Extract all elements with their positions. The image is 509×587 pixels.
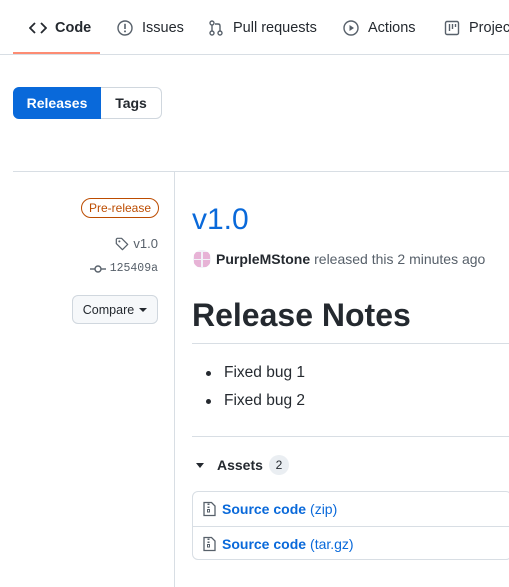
asset-ext[interactable]: (tar.gz) — [310, 536, 354, 552]
tab-label: Issues — [142, 19, 184, 36]
tag-icon — [116, 237, 129, 250]
assets-toggle[interactable]: Assets 2 — [196, 455, 289, 475]
play-icon — [342, 19, 360, 37]
asset-row[interactable]: Source code (tar.gz) — [193, 526, 509, 560]
tab-label: Actions — [368, 19, 416, 36]
assets-label: Assets — [217, 457, 263, 473]
code-icon — [29, 19, 47, 37]
compare-label: Compare — [82, 302, 135, 317]
avatar[interactable] — [193, 250, 211, 268]
column-divider — [174, 172, 175, 587]
pull-request-icon — [207, 19, 225, 37]
list-item: Fixed bug 1 — [206, 364, 305, 392]
caret-down-icon — [139, 307, 148, 312]
asset-ext[interactable]: (zip) — [310, 501, 337, 517]
released-time: released this 2 minutes ago — [314, 251, 486, 267]
tab-label: Pull requests — [233, 19, 317, 36]
file-zip-icon — [203, 536, 216, 551]
divider — [192, 436, 509, 437]
tab-code[interactable]: Code — [29, 0, 91, 55]
repo-nav: Code Issues Pull requests Actions Projec… — [0, 0, 509, 55]
asset-name[interactable]: Source code — [222, 501, 306, 517]
prerelease-badge: Pre-release — [81, 198, 160, 218]
list-item: Fixed bug 2 — [206, 392, 305, 420]
tab-pull-requests[interactable]: Pull requests — [207, 0, 317, 55]
notes-heading: Release Notes — [192, 297, 411, 333]
commit-sha: 125409a — [109, 262, 158, 275]
assets-count: 2 — [268, 455, 289, 475]
issue-icon — [116, 19, 134, 37]
asset-name[interactable]: Source code — [222, 536, 306, 552]
heading-rule — [192, 343, 509, 344]
assets-list: Source code (zip) Source code (tar.gz) — [192, 491, 509, 560]
tab-label: Project — [469, 19, 509, 36]
tab-label: Code — [55, 19, 92, 36]
project-icon — [443, 19, 461, 37]
author-name[interactable]: PurpleMStone — [216, 251, 310, 267]
asset-row[interactable]: Source code (zip) — [193, 492, 509, 526]
tab-issues[interactable]: Issues — [116, 0, 184, 55]
tags-button[interactable]: Tags — [101, 87, 162, 119]
releases-button[interactable]: Releases — [13, 87, 101, 119]
releases-tags-switcher: Releases Tags — [13, 87, 162, 119]
file-zip-icon — [203, 501, 216, 517]
release-tag-link[interactable]: v1.0 — [115, 236, 158, 251]
tag-label: v1.0 — [133, 236, 158, 251]
compare-dropdown[interactable]: Compare — [72, 295, 158, 324]
commit-icon — [89, 264, 106, 273]
tab-projects[interactable]: Project — [443, 0, 509, 55]
release-notes-list: Fixed bug 1 Fixed bug 2 — [206, 364, 305, 420]
release-title[interactable]: v1.0 — [192, 203, 249, 237]
tab-actions[interactable]: Actions — [342, 0, 416, 55]
triangle-down-icon — [196, 462, 204, 468]
commit-link[interactable]: 125409a — [89, 262, 158, 275]
release-author-line: PurpleMStone released this 2 minutes ago — [193, 250, 485, 268]
active-tab-indicator — [13, 52, 100, 54]
divider — [13, 171, 509, 172]
